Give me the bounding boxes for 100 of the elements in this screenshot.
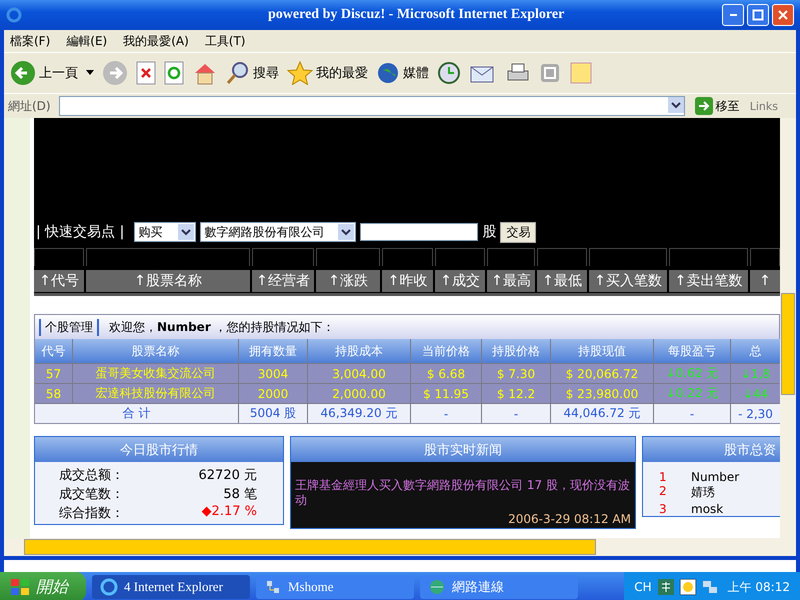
column-header: 持股现值 — [551, 339, 653, 363]
column-header: 持股价格 — [482, 339, 550, 363]
column-header[interactable]: ↑买入笔数 — [589, 270, 667, 292]
column-header[interactable]: ↑最低 — [537, 270, 587, 292]
dropdown-icon — [178, 224, 194, 240]
action-select[interactable]: 购买 — [134, 222, 196, 242]
language-indicator[interactable]: CH — [634, 580, 652, 594]
table-cell: 3,004.00 — [308, 364, 410, 383]
taskbar-button[interactable]: 網路連線 — [420, 575, 578, 599]
address-field[interactable] — [58, 96, 685, 116]
dropdown-icon — [338, 224, 354, 240]
panel-header: 股市总资 — [643, 437, 780, 462]
stat-label: 成交总额： — [59, 467, 125, 484]
user-name: 婧琇 — [691, 484, 716, 502]
globe-icon — [428, 578, 446, 596]
user-name: Number — [691, 470, 740, 484]
column-header: 当前价格 — [411, 339, 481, 363]
column-header[interactable]: ↑代号 — [34, 270, 84, 292]
arrow-left-icon — [10, 60, 36, 86]
header-cell — [435, 248, 485, 266]
table-cell: ↓0.22 元 — [654, 384, 730, 403]
input-method-icon[interactable] — [658, 579, 674, 595]
table-cell: 5004 股 — [239, 404, 307, 423]
close-button[interactable] — [772, 4, 794, 26]
table-cell: 蛋哥美女收集交流公司 — [73, 364, 238, 383]
menu-item[interactable]: 編輯(E) — [60, 32, 114, 50]
vertical-scrollbar[interactable] — [780, 118, 796, 538]
stock-select[interactable]: 數字網路股份有限公司 — [200, 222, 356, 242]
links-button[interactable]: Links — [750, 100, 792, 112]
favorites-button[interactable]: 我的最愛 — [287, 61, 368, 85]
search-icon — [226, 61, 250, 85]
table-cell: ↓1,8 — [731, 364, 780, 383]
dropdown-icon[interactable] — [668, 97, 684, 115]
news-text: 王牌基金經理人买入數字網路股份有限公司 17 股，现价没有波动 — [295, 478, 631, 508]
window-title: powered by Discuz! - Microsoft Internet Explorer — [267, 7, 566, 23]
panel-header: 今日股市行情 — [35, 437, 283, 462]
taskbar-button[interactable]: 4 Internet Explorer — [92, 575, 250, 599]
table-cell: 合 计 — [35, 404, 238, 423]
stat-value: ◆2.17 % — [200, 504, 257, 521]
column-header: 股票名称 — [73, 339, 238, 363]
horizontal-scrollbar[interactable] — [4, 538, 796, 556]
stop-icon[interactable] — [136, 61, 156, 85]
column-header: 代号 — [35, 339, 72, 363]
minimize-button[interactable] — [722, 4, 744, 26]
stat-label: 成交笔数： — [59, 486, 125, 503]
trade-button[interactable]: 交易 — [500, 222, 536, 242]
window-icon[interactable] — [539, 62, 561, 84]
back-button[interactable]: 上一頁 — [10, 60, 78, 86]
history-icon[interactable] — [437, 61, 461, 85]
table-cell: 3004 — [239, 364, 307, 383]
column-header[interactable]: ↑股票名称 — [86, 270, 250, 292]
welcome-text: 欢迎您，Number ，您的持股情况如下： — [109, 318, 335, 336]
column-header[interactable]: ↑经营者 — [252, 270, 314, 292]
help-icon[interactable] — [680, 579, 696, 595]
address-label: 網址(D) — [8, 98, 51, 114]
section-title[interactable]: 个股管理 — [39, 318, 99, 336]
column-header[interactable]: ↑最高 — [487, 270, 535, 292]
user-name: mosk — [691, 502, 724, 516]
table-cell: - 2,30 — [731, 404, 780, 423]
taskbar-button[interactable]: Mshome — [256, 575, 414, 599]
network-icon[interactable] — [702, 579, 718, 595]
search-button[interactable]: 搜尋 — [226, 61, 279, 85]
table-cell: 46,349.20 元 — [308, 404, 410, 423]
clock: 上午 08:12 — [728, 578, 790, 596]
column-header[interactable]: ↑ — [750, 270, 780, 292]
column-header[interactable]: ↑涨跌 — [316, 270, 380, 292]
media-button[interactable]: 媒體 — [376, 61, 429, 85]
table-cell: $ 23,980.00 — [551, 384, 653, 403]
table-cell: 58 — [35, 384, 72, 403]
network-icon — [264, 578, 282, 596]
go-button[interactable]: 移至 — [688, 97, 746, 115]
table-cell: $ 6.68 — [411, 364, 481, 383]
table-cell: 宏達科技股份有限公司 — [73, 384, 238, 403]
table-cell: - — [411, 404, 481, 423]
menu-item[interactable]: 工具(T) — [198, 32, 252, 50]
maximize-button[interactable] — [747, 4, 769, 26]
maximize-icon — [752, 9, 764, 21]
table-cell: $ 7.30 — [482, 364, 550, 383]
column-header[interactable]: ↑昨收 — [382, 270, 433, 292]
column-header[interactable]: ↑成交 — [435, 270, 485, 292]
globe-icon — [376, 61, 400, 85]
quantity-field[interactable] — [360, 223, 478, 241]
stat-label: 综合指数： — [59, 505, 125, 522]
table-cell: 2,000.00 — [308, 384, 410, 403]
menu-item[interactable]: 檔案(F) — [4, 32, 56, 50]
table-cell: ↓0.62 元 — [654, 364, 730, 383]
caret-icon[interactable] — [86, 70, 94, 76]
start-button[interactable]: 開始 — [0, 572, 86, 600]
column-header[interactable]: ↑卖出笔数 — [669, 270, 748, 292]
menu-item[interactable]: 我的最愛(A) — [117, 32, 195, 50]
windows-logo-icon — [10, 578, 30, 596]
table-cell: $ 20,066.72 — [551, 364, 653, 383]
rank-number: 1 — [659, 470, 668, 484]
table-cell: - — [482, 404, 550, 423]
panel-header: 股市实时新闻 — [291, 437, 635, 462]
column-header: 持股成本 — [308, 339, 410, 363]
stat-value: 58 笔 — [222, 486, 257, 503]
unit-label: 股 — [482, 223, 496, 241]
header-cell — [382, 248, 433, 266]
news-time: 2006-3-29 08:12 AM — [507, 512, 631, 526]
